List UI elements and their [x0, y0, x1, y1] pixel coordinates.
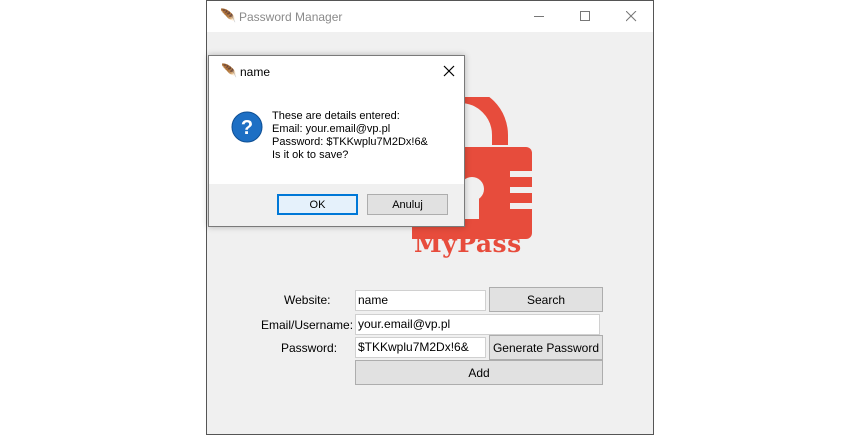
- password-input[interactable]: $TKKwplu7M2Dx!6&: [355, 337, 486, 358]
- feather-icon: 🪶: [220, 8, 237, 23]
- email-label: Email/Username:: [261, 318, 354, 332]
- svg-text:?: ?: [241, 117, 253, 139]
- feather-icon: 🪶: [221, 63, 238, 78]
- close-button[interactable]: [608, 1, 654, 32]
- close-icon: [443, 65, 455, 77]
- brand-logo-text: MyPass: [414, 229, 522, 258]
- dialog-close-button[interactable]: [435, 58, 463, 84]
- confirm-dialog: 🪶 name ? These are details entered: Emai…: [208, 55, 465, 227]
- website-label: Website:: [284, 293, 331, 307]
- message-line: These are details entered:: [272, 110, 400, 122]
- title-bar[interactable]: 🪶 Password Manager: [207, 1, 653, 32]
- close-icon: [625, 11, 636, 22]
- dialog-title: name: [240, 65, 271, 79]
- message-line: Password: $TKKwplu7M2Dx!6&: [272, 136, 428, 148]
- message-line: Is it ok to save?: [272, 149, 349, 161]
- dialog-message: These are details entered: Email: your.e…: [272, 110, 428, 162]
- window-title: Password Manager: [239, 10, 343, 24]
- email-input[interactable]: your.email@vp.pl: [355, 314, 600, 335]
- website-input[interactable]: name: [355, 290, 486, 311]
- search-button[interactable]: Search: [489, 287, 603, 312]
- cancel-button[interactable]: Anuluj: [367, 194, 448, 215]
- ok-button[interactable]: OK: [277, 194, 358, 215]
- add-button[interactable]: Add: [355, 360, 603, 385]
- maximize-icon: [579, 11, 590, 21]
- minimize-icon: [533, 16, 544, 17]
- question-icon: ?: [231, 111, 263, 143]
- message-line: Email: your.email@vp.pl: [272, 123, 391, 135]
- password-label: Password:: [281, 341, 338, 355]
- generate-password-button[interactable]: Generate Password: [489, 335, 603, 360]
- minimize-button[interactable]: [516, 1, 562, 32]
- maximize-button[interactable]: [562, 1, 608, 32]
- dialog-footer: OK Anuluj: [209, 184, 464, 226]
